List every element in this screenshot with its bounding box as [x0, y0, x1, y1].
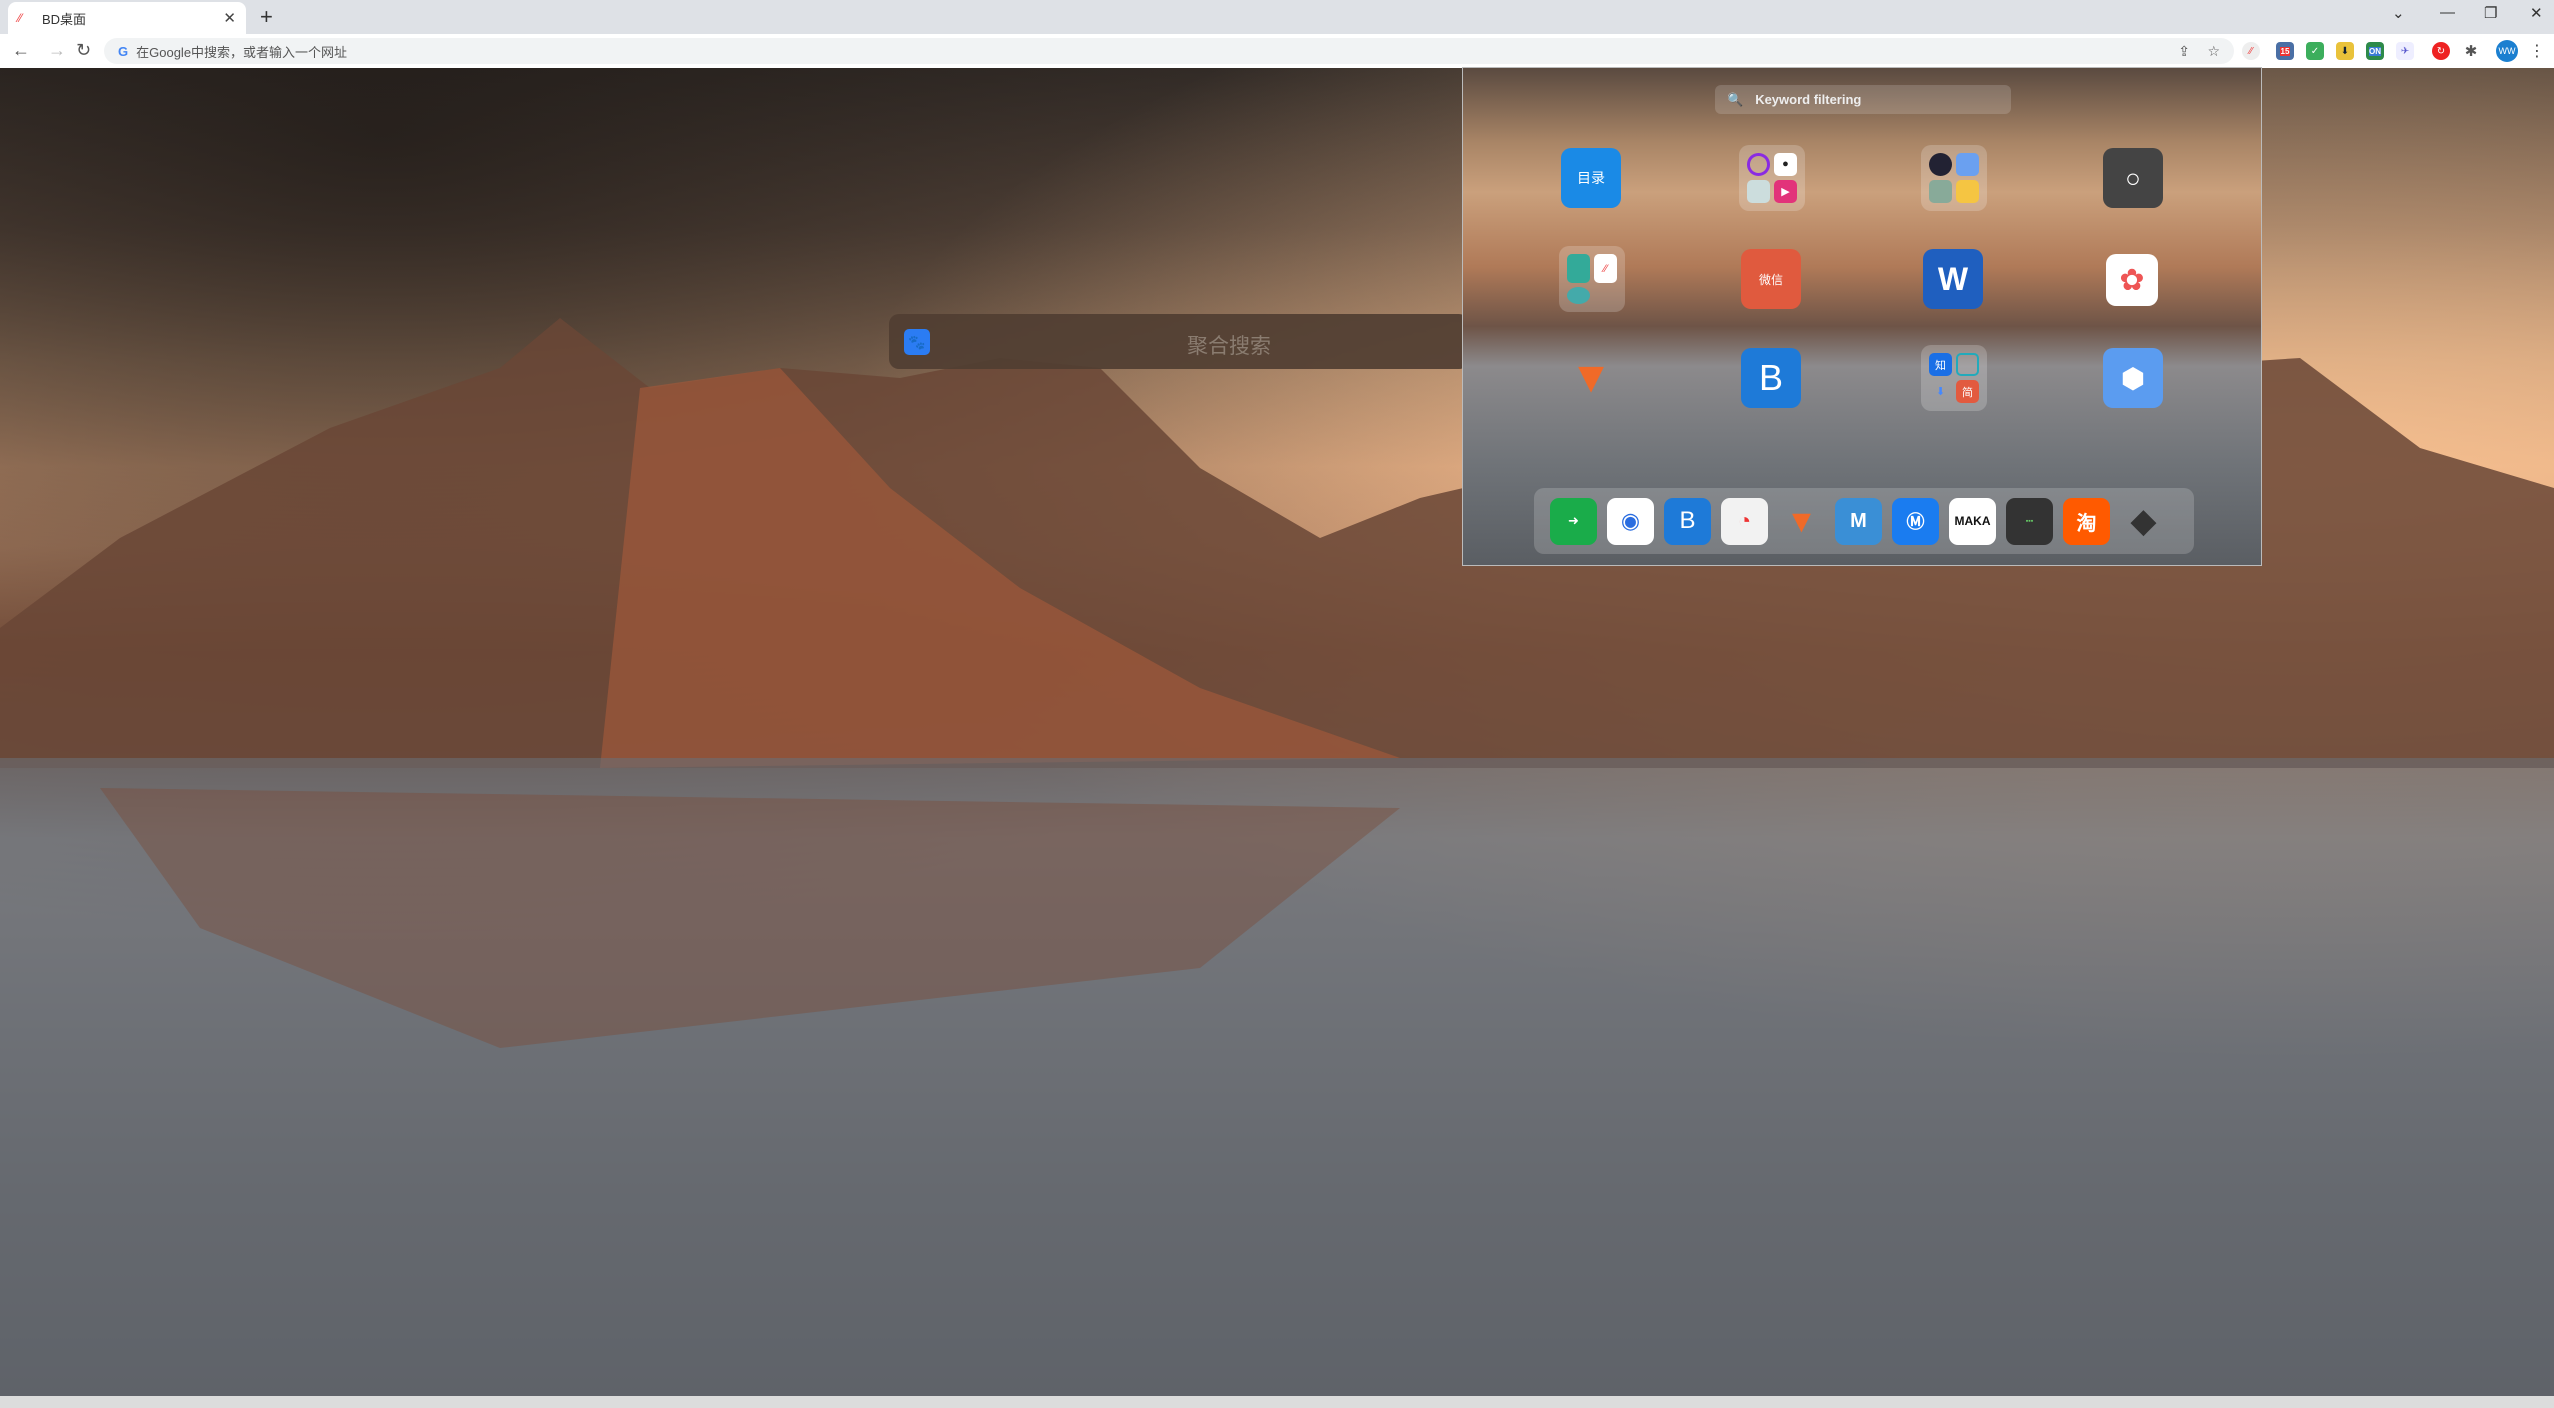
app-word[interactable]: W — [1923, 249, 1983, 309]
dock-monster-app[interactable]: ◉ — [1607, 498, 1654, 545]
app-gitlab[interactable]: ▼ — [1561, 348, 1621, 408]
color-balls-icon — [1567, 287, 1590, 304]
search-placeholder: 聚合搜索 — [889, 330, 1469, 360]
app-dock: ➜ ◉ B ◔ ▼ M Ⓜ MAKA ▪▪▪ 淘 ◆ — [1534, 488, 2194, 554]
landscape-icon — [1929, 180, 1952, 203]
back-icon[interactable]: ← — [12, 40, 30, 61]
bd-extension-icon[interactable]: ⁄⁄ — [2242, 42, 2260, 60]
download-icon[interactable]: ⬇ — [2336, 42, 2354, 60]
app-camera[interactable]: ○ — [2103, 148, 2163, 208]
keyword-filter-input[interactable]: 🔍 Keyword filtering — [1715, 85, 2011, 114]
extension-badge-icon[interactable]: 15 — [2276, 42, 2294, 60]
dock-file-transfer[interactable]: ➜ — [1550, 498, 1597, 545]
filter-placeholder: Keyword filtering — [1755, 92, 1861, 107]
profile-avatar[interactable]: WW — [2496, 40, 2518, 62]
dock-taobao[interactable]: 淘 — [2063, 498, 2110, 545]
bd-favicon-icon: ⁄⁄ — [18, 11, 34, 25]
tab-search-icon[interactable]: ⌄ — [2392, 4, 2405, 22]
dock-chrome-store[interactable]: ◔ — [1721, 498, 1768, 545]
forward-icon[interactable]: → — [48, 40, 66, 61]
app-box[interactable]: ⬢ — [2103, 348, 2163, 408]
tab-strip: ⁄⁄ BD桌面 ✕ + ⌄ — ❐ ✕ — [0, 0, 2554, 34]
dock-layers-app[interactable]: ◆ — [2120, 498, 2167, 545]
bird-extension-icon[interactable]: ✈ — [2396, 42, 2414, 60]
restore-button[interactable]: ❐ — [2484, 4, 2497, 22]
menu-kebab-icon[interactable]: ⋮ — [2528, 42, 2546, 60]
close-window-button[interactable]: ✕ — [2530, 4, 2543, 22]
video-icon: ▶ — [1774, 180, 1797, 204]
reload-icon[interactable]: ↻ — [76, 40, 91, 61]
app-wechat[interactable]: 微信 — [1741, 249, 1801, 309]
bilibili-icon — [1956, 353, 1979, 376]
browser-toolbar: ← → ↻ G 在Google中搜索，或者输入一个网址 ☆ ⇪ ⁄⁄ 15 ✓ … — [0, 34, 2554, 68]
dock-dark-app[interactable]: ▪▪▪ — [2006, 498, 2053, 545]
app-folder-4[interactable]: 知 ⬇简 — [1921, 345, 1987, 411]
zhihu-icon: 知 — [1929, 353, 1952, 376]
github-icon: ● — [1774, 153, 1797, 176]
notes-icon — [1956, 180, 1979, 203]
app-bootstrap[interactable]: B — [1741, 348, 1801, 408]
minimize-button[interactable]: — — [2440, 4, 2455, 21]
avatar-app-icon — [1929, 153, 1952, 176]
search-icon: 🔍 — [1727, 92, 1743, 108]
extensions-puzzle-icon[interactable]: ✱ — [2462, 42, 2480, 60]
new-tab-button[interactable]: + — [260, 4, 273, 30]
app-icon — [1747, 153, 1770, 176]
share-icon[interactable]: ⇪ — [2178, 43, 2190, 60]
app-photos[interactable]: ✿ — [2106, 254, 2158, 306]
dock-m-light-app[interactable]: Ⓜ — [1892, 498, 1939, 545]
app-folder-3[interactable]: ⁄⁄ — [1559, 246, 1625, 312]
google-icon: G — [118, 44, 128, 59]
download-app-icon: ⬇ — [1929, 380, 1952, 403]
sync-extension-icon[interactable]: ↻ — [2432, 42, 2450, 60]
star-icon[interactable]: ☆ — [2207, 43, 2220, 60]
bd-icon: ⁄⁄ — [1594, 254, 1617, 283]
dock-bootstrap[interactable]: B — [1664, 498, 1711, 545]
dock-maka[interactable]: MAKA — [1949, 498, 1996, 545]
on-extension-icon[interactable]: ON — [2366, 42, 2384, 60]
cube-icon — [1747, 180, 1770, 204]
adguard-icon[interactable]: ✓ — [2306, 42, 2324, 60]
dock-m-app[interactable]: M — [1835, 498, 1882, 545]
tab-close-icon[interactable]: ✕ — [223, 9, 236, 27]
aggregate-search-bar[interactable]: 🐾 聚合搜索 — [889, 314, 1469, 369]
status-bar — [0, 1396, 2554, 1408]
app-folder-2[interactable] — [1921, 145, 1987, 211]
app-launcher-panel: 🔍 Keyword filtering 目录 ●▶ ○ ⁄⁄ 微信 W ✿ ▼ … — [1462, 67, 2262, 566]
app-folder-1[interactable]: ●▶ — [1739, 145, 1805, 211]
app-catalog[interactable]: 目录 — [1561, 148, 1621, 208]
box-icon — [1956, 153, 1979, 176]
jianshu-icon: 简 — [1956, 380, 1979, 403]
tab-title: BD桌面 — [42, 9, 86, 28]
dock-gitlab[interactable]: ▼ — [1778, 498, 1825, 545]
address-placeholder: 在Google中搜索，或者输入一个网址 — [136, 42, 347, 61]
app-icon — [1567, 254, 1590, 283]
address-bar[interactable]: G 在Google中搜索，或者输入一个网址 ☆ ⇪ — [104, 38, 2234, 64]
tab-bd-desktop[interactable]: ⁄⁄ BD桌面 ✕ — [8, 2, 246, 34]
